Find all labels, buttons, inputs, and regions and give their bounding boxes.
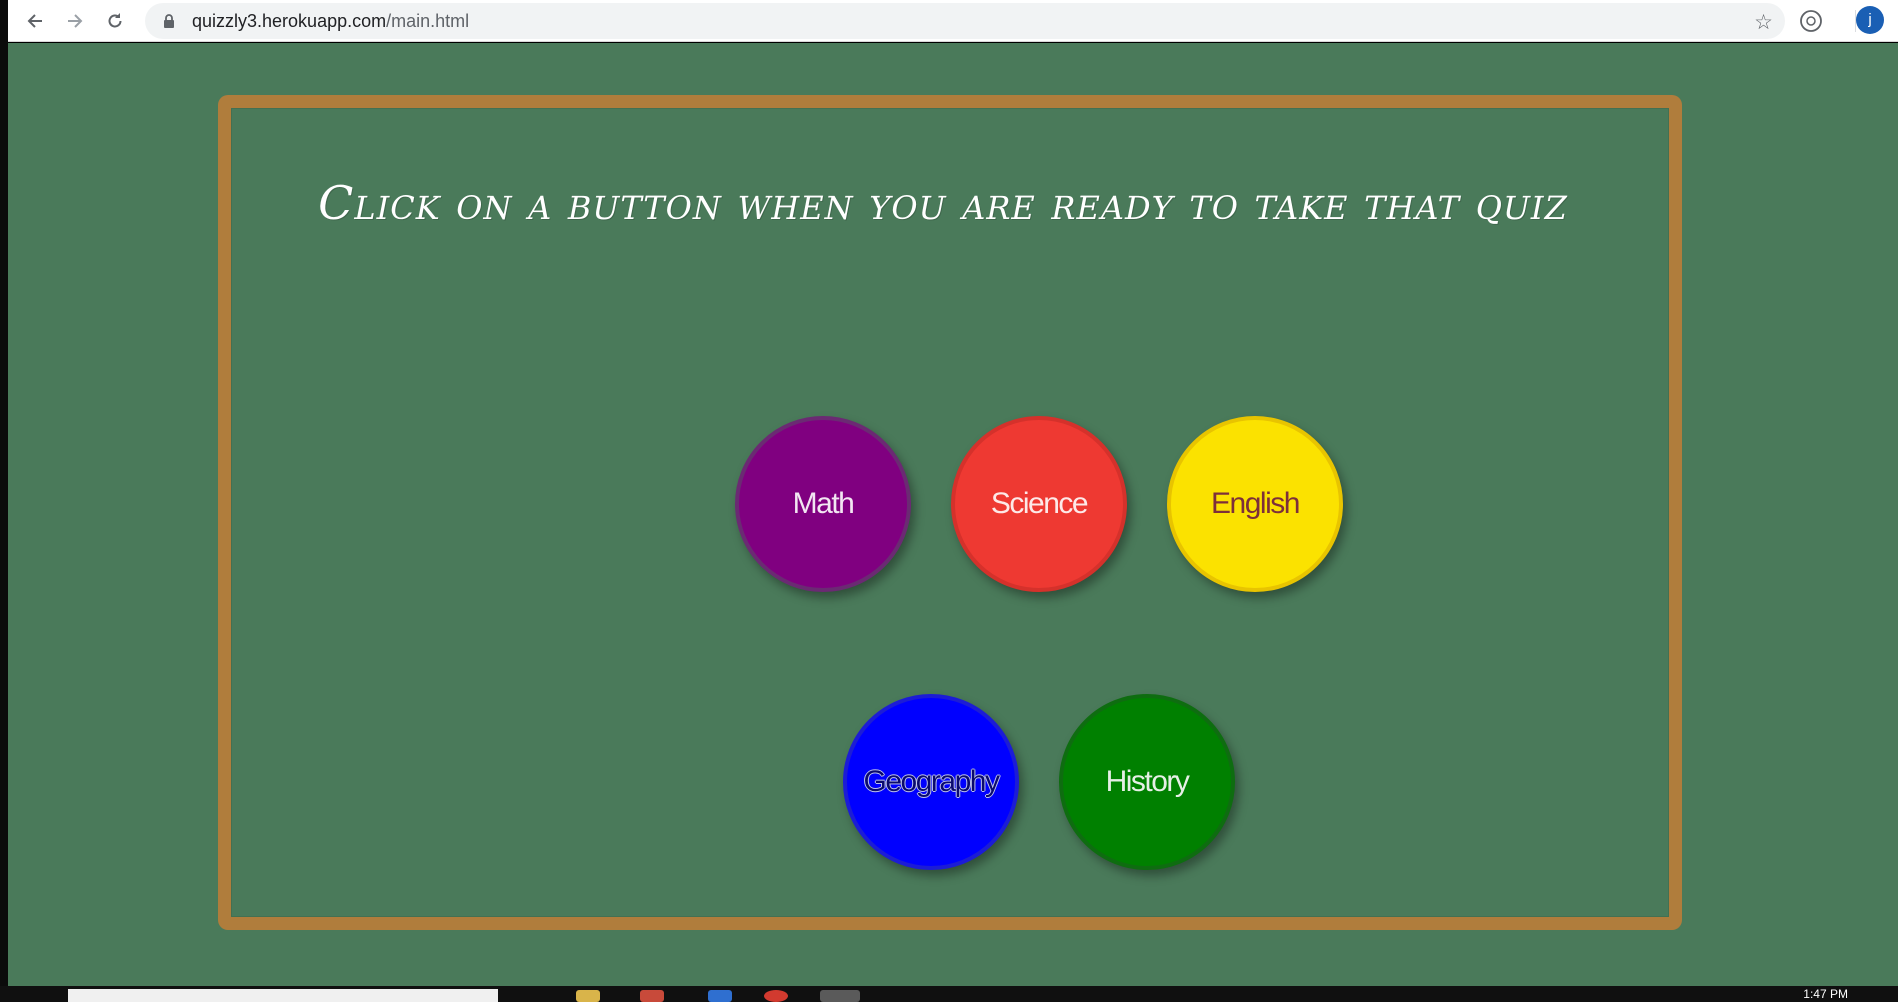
math-quiz-button[interactable]: Math	[735, 416, 911, 592]
taskbar-clock: 1:47 PM	[1803, 987, 1848, 1001]
left-edge	[0, 0, 8, 1002]
taskbar-app-icon[interactable]	[640, 990, 664, 1002]
lock-icon	[164, 14, 174, 28]
reload-icon	[108, 13, 122, 28]
geography-quiz-button[interactable]: Geography	[843, 694, 1019, 870]
extension-icon[interactable]	[1799, 9, 1823, 33]
file-explorer-icon[interactable]	[576, 990, 600, 1002]
url-path: /main.html	[386, 11, 470, 31]
url-text: quizzly3.herokuapp.com/main.html	[192, 3, 469, 39]
browser-toolbar: quizzly3.herokuapp.com/main.html ☆ j	[8, 0, 1898, 42]
star-icon[interactable]: ☆	[1754, 10, 1773, 35]
os-taskbar: 1:47 PM	[0, 986, 1898, 1002]
profile-avatar[interactable]: j	[1856, 6, 1884, 34]
active-app-icon[interactable]	[820, 990, 860, 1002]
taskbar-app-icon[interactable]	[708, 990, 732, 1002]
page-heading: Click on a button when you are ready to …	[318, 176, 1568, 230]
page-content: Click on a button when you are ready to …	[8, 43, 1898, 986]
back-arrow-icon	[27, 14, 42, 28]
forward-arrow-icon	[68, 14, 83, 28]
forward-button[interactable]	[60, 6, 90, 36]
english-quiz-button[interactable]: English	[1167, 416, 1343, 592]
history-quiz-button[interactable]: History	[1059, 694, 1235, 870]
reload-button[interactable]	[100, 6, 130, 36]
taskbar-search-box[interactable]	[68, 989, 498, 1002]
address-bar[interactable]: quizzly3.herokuapp.com/main.html ☆	[145, 3, 1785, 39]
back-button[interactable]	[20, 6, 50, 36]
chrome-icon[interactable]	[764, 990, 788, 1002]
chalkboard-frame: Click on a button when you are ready to …	[218, 95, 1682, 930]
url-domain: quizzly3.herokuapp.com	[192, 11, 387, 31]
science-quiz-button[interactable]: Science	[951, 416, 1127, 592]
